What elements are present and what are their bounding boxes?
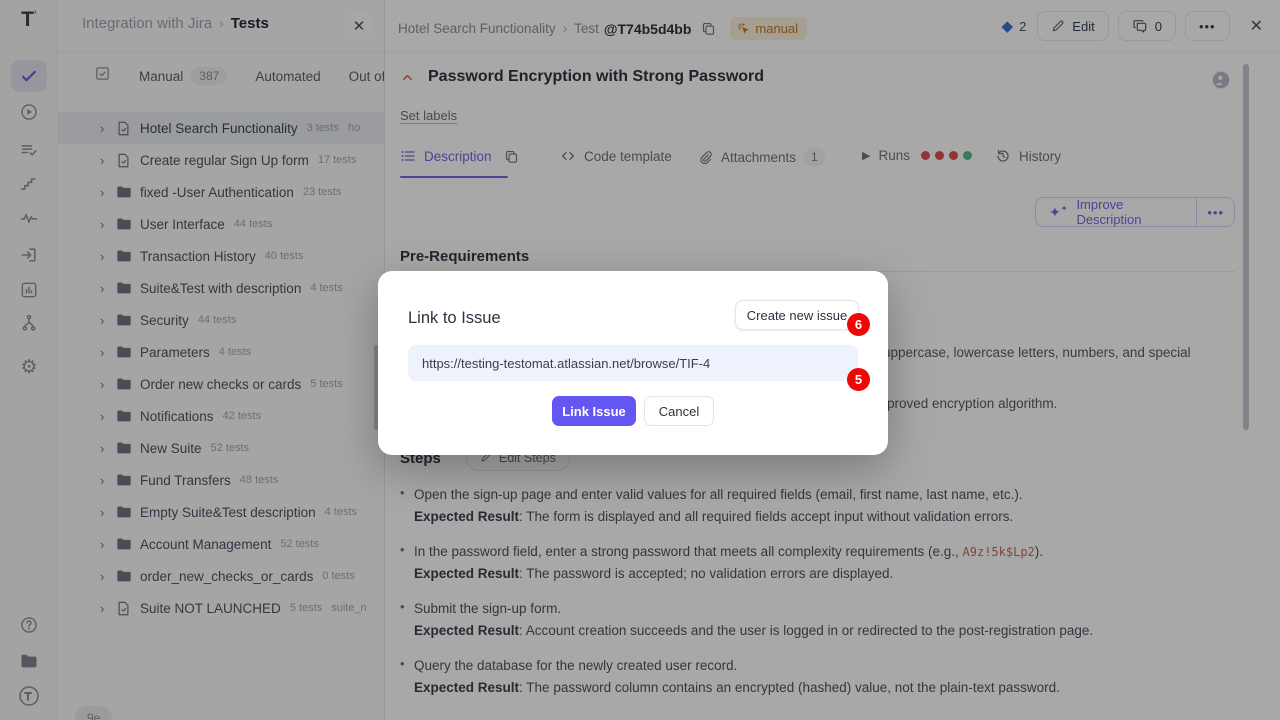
- annotation-badge-5: 5: [847, 368, 870, 391]
- annotation-badge-6: 6: [847, 313, 870, 336]
- modal-actions: Link Issue Cancel: [378, 396, 888, 426]
- link-to-issue-modal: Link to Issue Create new issue Link Issu…: [378, 271, 888, 455]
- create-new-issue-button[interactable]: Create new issue: [735, 300, 859, 330]
- link-issue-button[interactable]: Link Issue: [552, 396, 636, 426]
- cancel-button[interactable]: Cancel: [644, 396, 714, 426]
- modal-title: Link to Issue: [408, 309, 501, 328]
- issue-url-input[interactable]: [408, 345, 858, 381]
